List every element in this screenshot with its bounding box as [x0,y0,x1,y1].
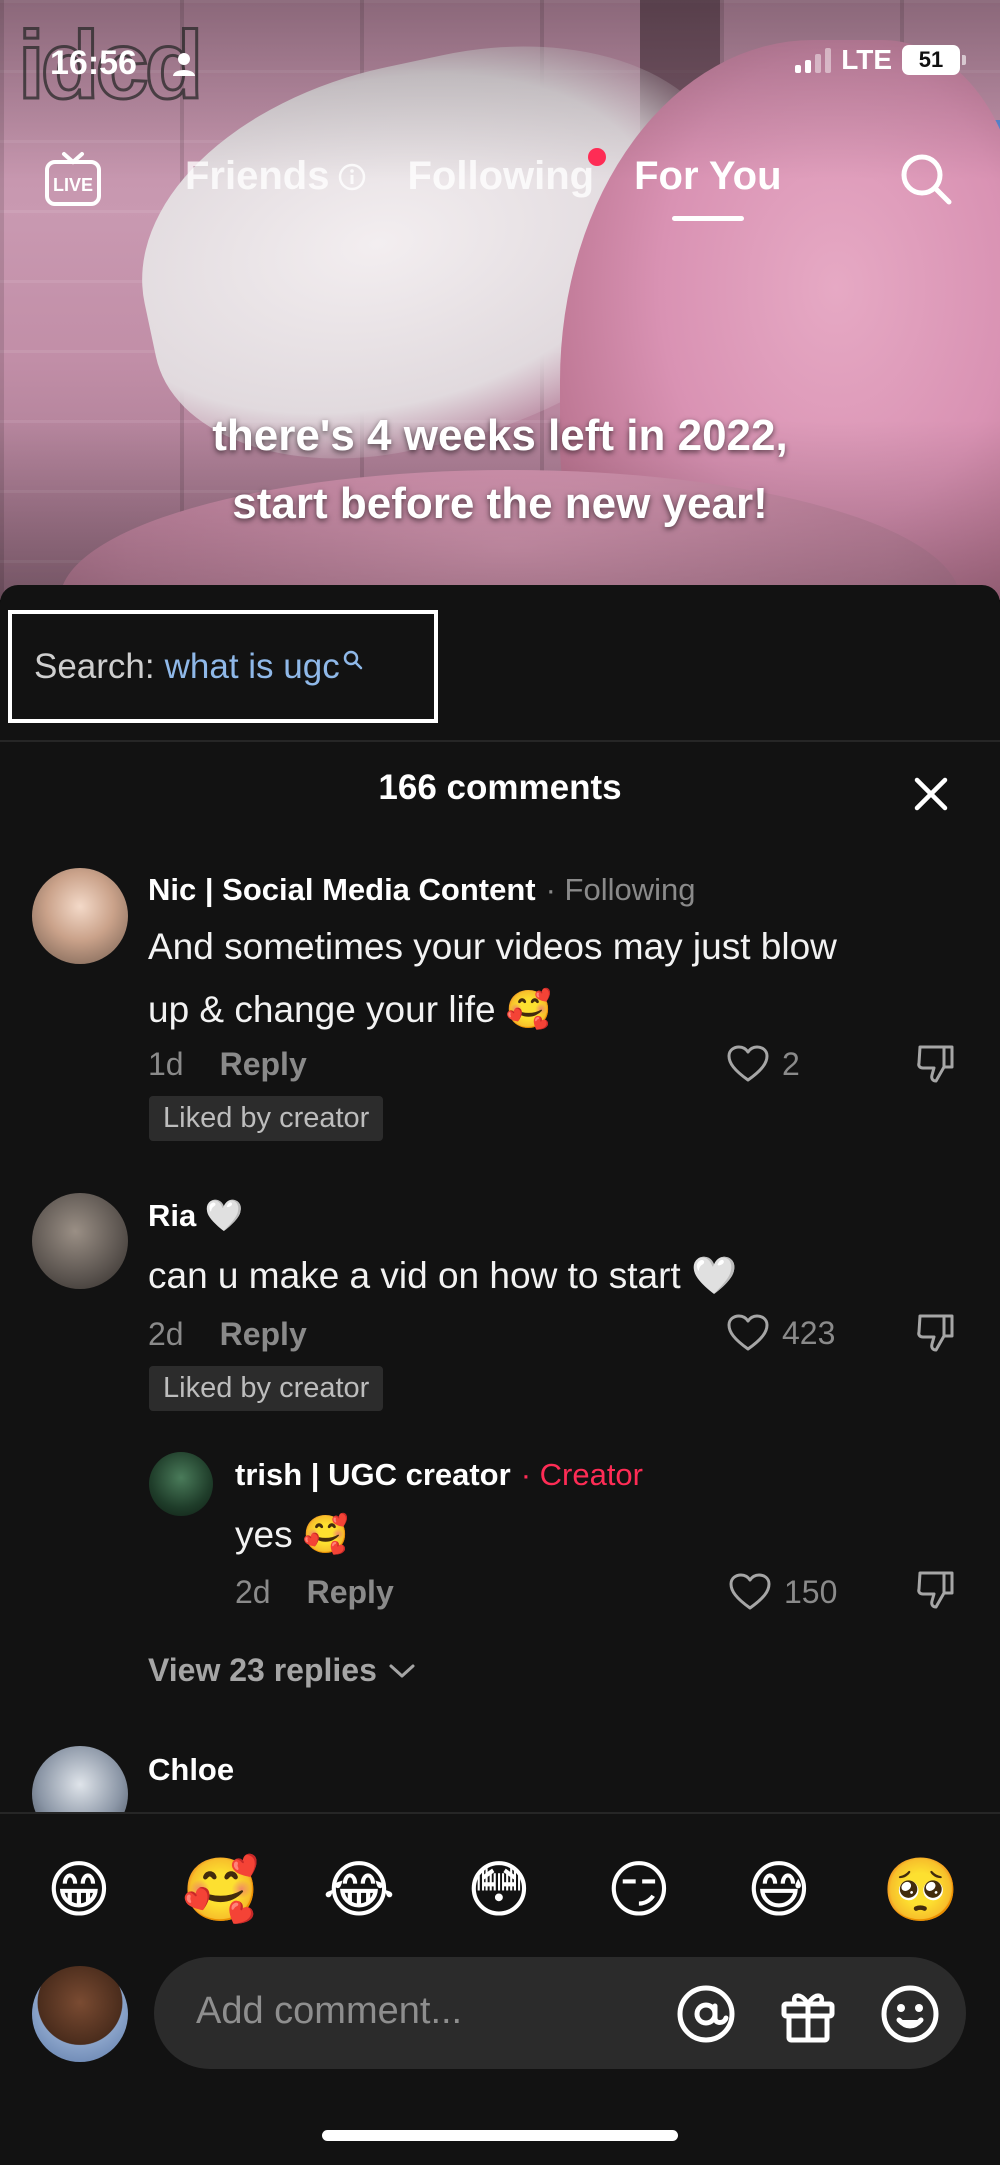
battery-icon: 51 [902,45,966,75]
top-tabs: Friends Following For You [185,148,782,221]
emoji-button[interactable]: 😳 [462,1854,536,1928]
comment-age: 2d [235,1574,271,1610]
like-count: 150 [784,1573,838,1610]
liked-by-creator-badge: Liked by creator [149,1096,384,1141]
heart-icon [727,1045,769,1082]
like-count: 2 [782,1045,800,1082]
search-suggestion-query: what is ugc [164,646,340,686]
comment-input-placeholder: Add comment... [196,1990,463,2032]
heart-icon [729,1573,771,1610]
like-count: 423 [782,1314,836,1351]
emoji-button[interactable]: 🥺 [882,1854,959,1928]
creator-label: · Creator [520,1457,643,1492]
tab-for-you-label: For You [634,154,782,198]
network-label: LTE [841,44,892,75]
tab-friends[interactable]: Friends [185,154,367,199]
reply-footer: 2d Reply [235,1574,394,1611]
like-button[interactable]: 150 [728,1572,837,1612]
avatar[interactable] [32,868,128,964]
home-indicator[interactable] [322,2130,678,2141]
signal-icon [795,47,832,73]
comment-footer: 1d Reply [148,1046,307,1083]
dislike-icon[interactable] [914,1310,958,1354]
emoji-picker-icon[interactable] [878,1982,942,2046]
comment-age: 2d [148,1316,184,1352]
caption-line-1: there's 4 weeks left in 2022, [212,411,788,460]
dislike-icon[interactable] [914,1041,958,1085]
mention-icon[interactable] [674,1982,738,2046]
reply-button[interactable]: Reply [220,1316,307,1353]
tab-following[interactable]: Following [407,148,607,199]
emoji-button[interactable]: 😅 [742,1854,816,1928]
comment-username[interactable]: Chloe [148,1752,234,1788]
info-icon [339,163,366,190]
emoji-button[interactable]: 😏 [602,1854,676,1928]
my-avatar [32,1966,128,2062]
avatar[interactable] [32,1193,128,1289]
status-time: 16:56 [50,44,137,82]
avatar[interactable] [149,1452,213,1516]
search-suggestion[interactable]: Search: what is ugc [8,610,438,723]
search-icon[interactable] [895,148,957,210]
caption-line-2: start before the new year! [232,479,768,528]
live-icon[interactable]: LIVE [42,148,104,210]
video-caption: there's 4 weeks left in 2022, start befo… [0,402,1000,538]
panel-divider [0,740,1000,742]
close-icon[interactable] [905,768,957,820]
notification-dot [588,148,607,166]
following-label: · Following [545,872,696,907]
live-label: LIVE [53,175,93,195]
comment-age: 1d [148,1046,184,1082]
reply-text: yes 🥰 [235,1514,349,1555]
search-mini-icon [343,650,362,669]
dislike-icon[interactable] [914,1567,958,1611]
tab-friends-label: Friends [185,154,330,198]
emoji-button[interactable]: 🥰 [182,1854,259,1928]
status-right: LTE 51 [795,44,966,76]
tab-for-you[interactable]: For You [634,154,782,221]
search-suggestion-prefix: Search: [34,646,155,686]
tab-following-label: Following [407,154,595,198]
chevron-down-icon [389,1664,415,1677]
comment-footer: 2d Reply [148,1316,307,1353]
reply-button[interactable]: Reply [307,1574,394,1611]
comment-text: can u make a vid on how to start 🤍 [148,1255,738,1296]
view-replies-button[interactable]: View 23 replies [148,1652,417,1689]
reply-button[interactable]: Reply [220,1046,307,1083]
emoji-quick-bar: 😁 🥰 😂 😳 😏 😅 🥺 [0,1812,1000,1962]
comment-username[interactable]: Ria 🤍 [148,1197,243,1234]
comments-count: 166 comments [378,768,622,807]
gift-icon[interactable] [776,1982,840,2046]
emoji-button[interactable]: 😁 [42,1854,116,1928]
person-icon [173,53,195,76]
comment-username[interactable]: Nic | Social Media Content · Following [148,872,696,908]
like-button[interactable]: 2 [726,1044,800,1084]
liked-by-creator-badge: Liked by creator [149,1366,384,1411]
reply-username[interactable]: trish | UGC creator · Creator [235,1457,643,1493]
like-button[interactable]: 423 [726,1313,835,1353]
comment-text: And sometimes your videos may just blow … [148,926,837,1030]
emoji-button[interactable]: 😂 [322,1854,396,1928]
heart-icon [727,1314,769,1351]
